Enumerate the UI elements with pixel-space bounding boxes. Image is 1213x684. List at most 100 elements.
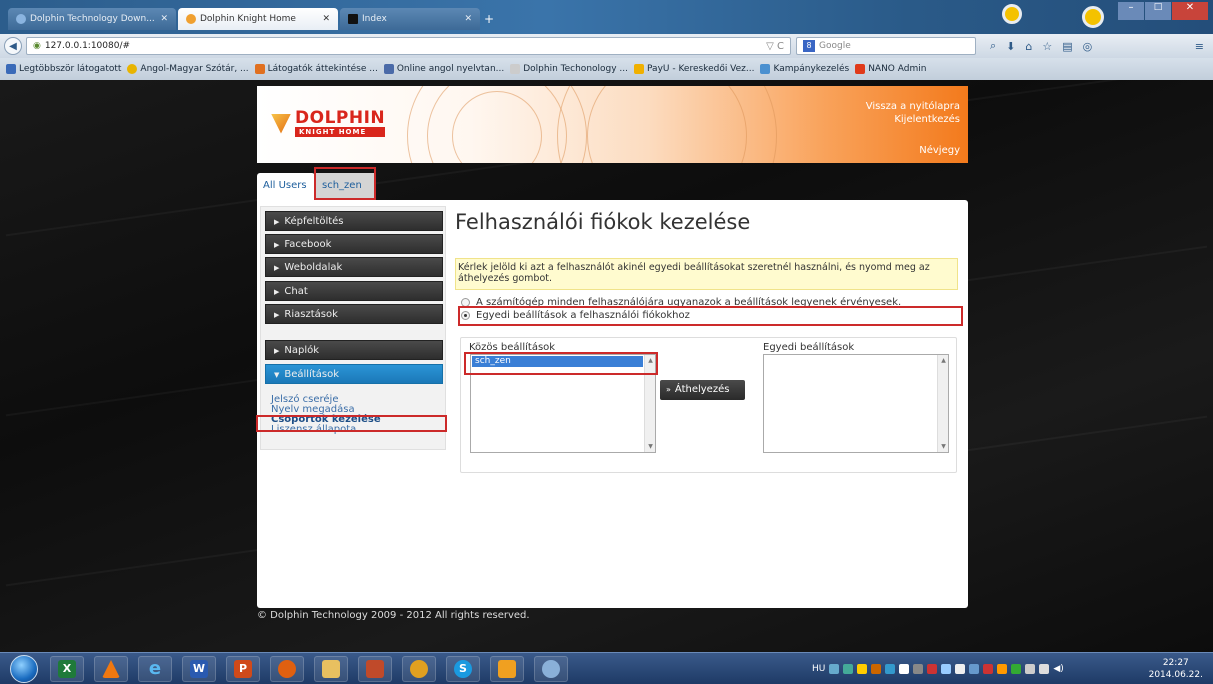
clock-date: 2014.06.22. <box>1148 670 1203 680</box>
sidebar: ▶ Képfeltöltés ▶ Facebook ▶ Weboldalak ▶ Cha… <box>260 206 446 450</box>
maximize-button[interactable]: □ <box>1145 2 1171 20</box>
toolbar-icons: ⌕ ⬇ ⌂ ☆ ▤ ◎ ≡ <box>990 37 1210 55</box>
taskbar-app[interactable] <box>358 656 392 682</box>
logo-shield-icon <box>271 113 291 134</box>
ornament-icon <box>1082 6 1104 28</box>
sidebar-item-chat[interactable]: ▶ Chat <box>265 281 443 301</box>
taskbar-app[interactable] <box>534 656 568 682</box>
bookmark-item[interactable]: Legtöbbször látogatott <box>6 64 121 74</box>
close-icon[interactable]: ✕ <box>160 14 168 24</box>
browser-tab-3[interactable]: Index ✕ <box>340 8 480 30</box>
volume-icon[interactable]: ◀) <box>1053 664 1063 674</box>
ornament-icon <box>1002 4 1022 24</box>
start-button[interactable] <box>10 655 38 683</box>
individual-settings-label: Egyedi beállítások <box>763 342 855 353</box>
taskbar-app[interactable]: X <box>50 656 84 682</box>
page-title: Felhasználói fiókok kezelése <box>455 210 751 234</box>
navigation-bar: ◀ ◉ 127.0.0.1:10080/# ▽ C 8 Google ⌕ ⬇ ⌂… <box>0 34 1213 58</box>
logout-link[interactable]: Kijelentkezés <box>866 113 960 126</box>
sidebar-item-facebook[interactable]: ▶ Facebook <box>265 234 443 254</box>
search-field[interactable]: 8 Google <box>796 37 976 55</box>
home-link[interactable]: Vissza a nyitólapra <box>866 100 960 113</box>
bookmark-item[interactable]: Online angol nyelvtan... <box>383 64 504 74</box>
addon-icon[interactable]: ◎ <box>1083 40 1093 53</box>
logo-sub-text: KNIGHT HOME <box>295 127 386 137</box>
footer-copyright: © Dolphin Technology 2009 - 2012 All rig… <box>257 610 530 621</box>
highlight-box <box>314 167 376 200</box>
logo-main-text: DOLPHIN <box>295 108 386 128</box>
taskbar-app[interactable] <box>270 656 304 682</box>
tab-label: Dolphin Technology Down... <box>30 14 155 24</box>
taskbar-app[interactable] <box>94 656 128 682</box>
bookmarks-icon[interactable]: ▤ <box>1062 40 1072 53</box>
system-tray: HU ◀) <box>812 653 1142 684</box>
reload-icon[interactable]: ▽ C <box>766 41 784 52</box>
url-text: 127.0.0.1:10080/# <box>44 41 131 51</box>
url-field[interactable]: ◉ 127.0.0.1:10080/# ▽ C <box>26 37 791 55</box>
language-indicator[interactable]: HU <box>812 664 825 674</box>
about-link[interactable]: Névjegy <box>866 144 960 157</box>
tab-label: Dolphin Knight Home <box>200 14 296 24</box>
move-button[interactable]: » Áthelyezés <box>660 380 745 400</box>
menu-icon[interactable]: ≡ <box>1195 40 1204 53</box>
browser-tab-2[interactable]: Dolphin Knight Home ✕ <box>178 8 338 30</box>
windows-taskbar: X e W P S HU ◀) 22:27 2014.06.22. <box>0 652 1213 684</box>
header-links: Vissza a nyitólapra Kijelentkezés Névjeg… <box>866 100 960 157</box>
bookmark-item[interactable]: Angol-Magyar Szótár, ... <box>127 64 249 74</box>
site-header: DOLPHIN KNIGHT HOME Vissza a nyitólapra … <box>257 86 968 163</box>
sidebar-item-riasztasok[interactable]: ▶ Riasztások <box>265 304 443 324</box>
download-icon[interactable]: ⬇ <box>1006 40 1015 53</box>
main-panel: ▶ Képfeltöltés ▶ Facebook ▶ Weboldalak ▶ Cha… <box>257 200 968 608</box>
taskbar-app[interactable]: S <box>446 656 480 682</box>
scroll-down-icon[interactable]: ▼ <box>645 441 656 452</box>
favicon-icon <box>186 14 196 24</box>
scroll-up-icon[interactable]: ▲ <box>938 355 949 366</box>
home-icon[interactable]: ⌂ <box>1025 40 1032 53</box>
search-placeholder: Google <box>819 41 851 51</box>
bookmarks-bar: Legtöbbször látogatott Angol-Magyar Szót… <box>0 58 1213 80</box>
clock-time: 22:27 <box>1162 658 1189 668</box>
tab-label: Index <box>362 14 387 24</box>
tab-all-users[interactable]: All Users <box>257 173 315 200</box>
taskbar-app[interactable] <box>314 656 348 682</box>
taskbar-app[interactable]: W <box>182 656 216 682</box>
bookmark-item[interactable]: NANO Admin <box>855 64 926 74</box>
clock[interactable]: 22:27 2014.06.22. <box>1149 657 1203 681</box>
notice-box: Kérlek jelöld ki azt a felhasználót akin… <box>455 258 958 290</box>
sidebar-item-kepfeltoltes[interactable]: ▶ Képfeltöltés <box>265 211 443 231</box>
google-icon: 8 <box>803 40 815 52</box>
minimize-button[interactable]: – <box>1118 2 1144 20</box>
taskbar-app[interactable] <box>490 656 524 682</box>
sidebar-item-weboldalak[interactable]: ▶ Weboldalak <box>265 257 443 277</box>
taskbar-app[interactable]: P <box>226 656 260 682</box>
star-icon[interactable]: ☆ <box>1042 40 1052 53</box>
close-icon[interactable]: ✕ <box>464 14 472 24</box>
sidebar-item-beallitasok[interactable]: ▼ Beállítások <box>265 364 443 384</box>
scrollbar[interactable]: ▲ ▼ <box>937 355 948 452</box>
close-window-button[interactable]: ✕ <box>1172 2 1208 20</box>
favicon-icon <box>348 14 358 24</box>
taskbar-app[interactable] <box>402 656 436 682</box>
close-icon[interactable]: ✕ <box>322 14 330 24</box>
favicon-icon <box>16 14 26 24</box>
individual-users-list[interactable]: ▲ ▼ <box>763 354 949 453</box>
move-button-label: Áthelyezés <box>674 384 730 395</box>
search-icon[interactable]: ⌕ <box>990 39 996 53</box>
bookmark-item[interactable]: PayU - Kereskedői Vez... <box>634 64 754 74</box>
back-button[interactable]: ◀ <box>4 37 22 55</box>
window-controls: – □ ✕ <box>1118 2 1208 20</box>
scroll-down-icon[interactable]: ▼ <box>938 441 949 452</box>
highlight-box <box>256 415 447 432</box>
bookmark-item[interactable]: Látogatók áttekintése ... <box>254 64 378 74</box>
double-arrow-icon: » <box>666 385 671 394</box>
browser-tab-1[interactable]: Dolphin Technology Down... ✕ <box>8 8 176 30</box>
bookmark-item[interactable]: Kampánykezelés <box>760 64 849 74</box>
sidebar-item-naplok[interactable]: ▶ Naplók <box>265 340 443 360</box>
dolphin-logo[interactable]: DOLPHIN KNIGHT HOME <box>271 108 386 137</box>
globe-icon: ◉ <box>33 41 41 51</box>
new-tab-button[interactable]: + <box>484 12 494 26</box>
highlight-box <box>458 306 963 326</box>
taskbar-app[interactable]: e <box>138 656 172 682</box>
browser-tab-bar: Dolphin Technology Down... ✕ Dolphin Kni… <box>0 0 1213 34</box>
bookmark-item[interactable]: Dolphin Techonology ... <box>510 64 628 74</box>
